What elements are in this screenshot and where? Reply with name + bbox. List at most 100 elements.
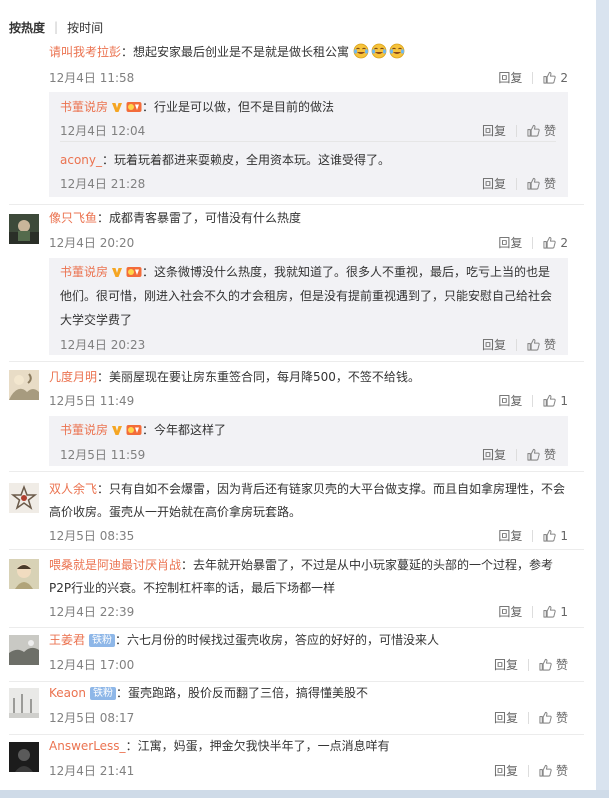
reply-text: 行业是可以做，但不是目前的做法 [154, 100, 335, 114]
comment-line: AnswerLess_：江寓，妈蛋，押金欠我快半年了，一点消息咩有 [49, 739, 390, 753]
thumbs-up-icon[interactable] [539, 711, 552, 724]
thumbs-up-icon[interactable] [527, 448, 540, 461]
reply-button[interactable]: 回复 [482, 336, 506, 353]
sort-separator: | [54, 20, 59, 34]
iron-fan-badge: 铁粉 [89, 687, 116, 700]
comment-text-line: P2P行业的兴衰。不控制杠杆率的话，最后下场都一样 [49, 581, 336, 595]
sort-by-time-tab[interactable]: 按时间 [67, 19, 103, 36]
avatar[interactable] [9, 370, 39, 400]
avatar[interactable] [9, 688, 39, 718]
thumbs-up-icon[interactable] [543, 529, 557, 542]
avatar[interactable] [9, 635, 39, 665]
comment-item: 像只飞鱼：成都青客暴雷了，可惜没有什么热度 12月4日 20:20 回复 2 书… [0, 204, 596, 361]
comment-username[interactable]: 双人余飞 [49, 482, 97, 496]
reply-username[interactable]: 书董说房 [60, 423, 108, 437]
fan-medal-icon [126, 420, 142, 444]
reply-box: 书董说房 ：行业是可以做，但不是目前的做法 12月4日 12:04 回复 赞 ac… [49, 92, 568, 197]
thumbs-up-icon[interactable] [539, 764, 552, 777]
avatar[interactable] [9, 742, 39, 772]
comment-text: 成都青客暴雷了，可惜没有什么热度 [109, 211, 302, 225]
like-count[interactable]: 1 [560, 394, 568, 408]
comment-line: 喂桑就是阿迪最讨厌肖战：去年就开始暴雷了，不过是从中小玩家蔓延的头部的一个过程，… [49, 558, 554, 572]
reply-button[interactable]: 回复 [498, 69, 522, 86]
avatar[interactable] [9, 559, 39, 589]
reply-button[interactable]: 回复 [498, 234, 522, 251]
comment-username[interactable]: AnswerLess_ [49, 739, 126, 753]
comment-actions: 回复 1 [498, 527, 568, 544]
sort-by-hot-tab[interactable]: 按热度 [9, 19, 45, 36]
like-count[interactable]: 1 [560, 529, 568, 543]
thumbs-up-icon[interactable] [527, 177, 540, 190]
reply-divider [60, 141, 556, 142]
like-label[interactable]: 赞 [556, 709, 568, 726]
like-label[interactable]: 赞 [544, 122, 556, 139]
avatar[interactable] [9, 483, 39, 513]
reply-actions: 回复 赞 [482, 446, 556, 463]
reply-username[interactable]: acony_ [60, 153, 102, 167]
window-scroll-track[interactable] [596, 0, 609, 798]
reply-actions: 回复 赞 [482, 175, 556, 192]
reply-button[interactable]: 回复 [498, 392, 522, 409]
like-count[interactable]: 2 [560, 236, 568, 250]
avatar[interactable] [9, 214, 39, 244]
comment-username[interactable]: 像只飞鱼 [49, 211, 97, 225]
comment-item: AnswerLess_：江寓，妈蛋，押金欠我快半年了，一点消息咩有 12月4日 … [0, 734, 596, 784]
reply-button[interactable]: 回复 [494, 762, 518, 779]
reply-button[interactable]: 回复 [482, 175, 506, 192]
reply-box: 书董说房 ：这条微博没什么热度，我就知道了。很多人不重视，最后，吃亏上当的也是 他… [49, 258, 568, 355]
comment-text: 六七月份的时候找过蛋壳收房，答应的好好的，可惜没来人 [127, 633, 440, 647]
reply-timestamp: 12月4日 21:28 [60, 177, 146, 191]
like-label[interactable]: 赞 [544, 446, 556, 463]
comment-username[interactable]: 几度月明 [49, 370, 97, 384]
comment-username[interactable]: Keaon [49, 686, 86, 700]
reply-text: 这条微博没什么热度，我就知道了。很多人不重视，最后，吃亏上当的也是 [154, 265, 551, 279]
reply-button[interactable]: 回复 [498, 527, 522, 544]
thumbs-up-icon[interactable] [543, 605, 557, 618]
reply-actions: 回复 赞 [482, 122, 556, 139]
like-label[interactable]: 赞 [544, 336, 556, 353]
comment-actions: 回复 1 [498, 392, 568, 409]
reply-username[interactable]: 书董说房 [60, 265, 108, 279]
comment-line: 像只飞鱼：成都青客暴雷了，可惜没有什么热度 [49, 211, 302, 225]
reply-button[interactable]: 回复 [482, 446, 506, 463]
comment-timestamp: 12月5日 08:35 [49, 529, 135, 543]
comment-actions: 回复 赞 [494, 656, 568, 673]
thumbs-up-icon[interactable] [543, 71, 557, 84]
like-label[interactable]: 赞 [556, 762, 568, 779]
comment-line: 双人余飞：只有自如不会爆雷，因为背后还有链家贝壳的大平台做支撑。而且自如拿房理性… [49, 482, 566, 496]
reply-button[interactable]: 回复 [494, 656, 518, 673]
reply-button[interactable]: 回复 [498, 603, 522, 620]
comment-divider [9, 549, 584, 550]
comment-item: 王姜君 铁粉 ：六七月份的时候找过蛋壳收房，答应的好好的，可惜没来人 12月4日 1… [0, 627, 596, 681]
comment-actions: 回复 2 [498, 69, 568, 86]
comment-timestamp: 12月4日 20:20 [49, 236, 135, 250]
reply-actions: 回复 赞 [482, 336, 556, 353]
comment-line: 几度月明：美丽屋现在要让房东重签合同，每月降500，不签不给钱。 [49, 370, 420, 384]
like-label[interactable]: 赞 [544, 175, 556, 192]
thumbs-up-icon[interactable] [527, 338, 540, 351]
thumbs-up-icon[interactable] [527, 124, 540, 137]
comment-actions: 回复 2 [498, 234, 568, 251]
thumbs-up-icon[interactable] [539, 658, 552, 671]
reply-username[interactable]: 书董说房 [60, 100, 108, 114]
comment-text-line: 高价收房。蛋壳从一开始就在高价拿房玩套路。 [49, 505, 302, 519]
comment-text: 只有自如不会爆雷，因为背后还有链家贝壳的大平台做支撑。而且自如拿房理性，不会 [109, 482, 566, 496]
reply-button[interactable]: 回复 [494, 709, 518, 726]
comment-line: 请叫我考拉彭：想起安家最后创业是不是就是做长租公寓 [49, 40, 572, 64]
like-count[interactable]: 2 [560, 71, 568, 85]
avatar[interactable] [9, 44, 39, 74]
comment-text: 去年就开始暴雷了，不过是从中小玩家蔓延的头部的一个过程，参考 [193, 558, 554, 572]
comment-username[interactable]: 王姜君 [49, 633, 85, 647]
comment-text: 美丽屋现在要让房东重签合同，每月降500，不签不给钱。 [109, 370, 420, 384]
fan-medal-icon [126, 97, 142, 121]
thumbs-up-icon[interactable] [543, 394, 557, 407]
reply-button[interactable]: 回复 [482, 122, 506, 139]
thumbs-up-icon[interactable] [543, 236, 557, 249]
like-label[interactable]: 赞 [556, 656, 568, 673]
reply-box: 书董说房 ：今年都这样了 12月5日 11:59 回复 赞 [49, 416, 568, 466]
like-count[interactable]: 1 [560, 605, 568, 619]
reply-text-line: 他们。很可惜，刚进入社会不久的才会租房，但是没有提前重视遇到了，只能安慰自己给社… [60, 289, 553, 303]
comment-username[interactable]: 喂桑就是阿迪最讨厌肖战 [49, 558, 181, 572]
window-bottom-edge [0, 790, 609, 798]
comment-username[interactable]: 请叫我考拉彭 [49, 45, 121, 59]
